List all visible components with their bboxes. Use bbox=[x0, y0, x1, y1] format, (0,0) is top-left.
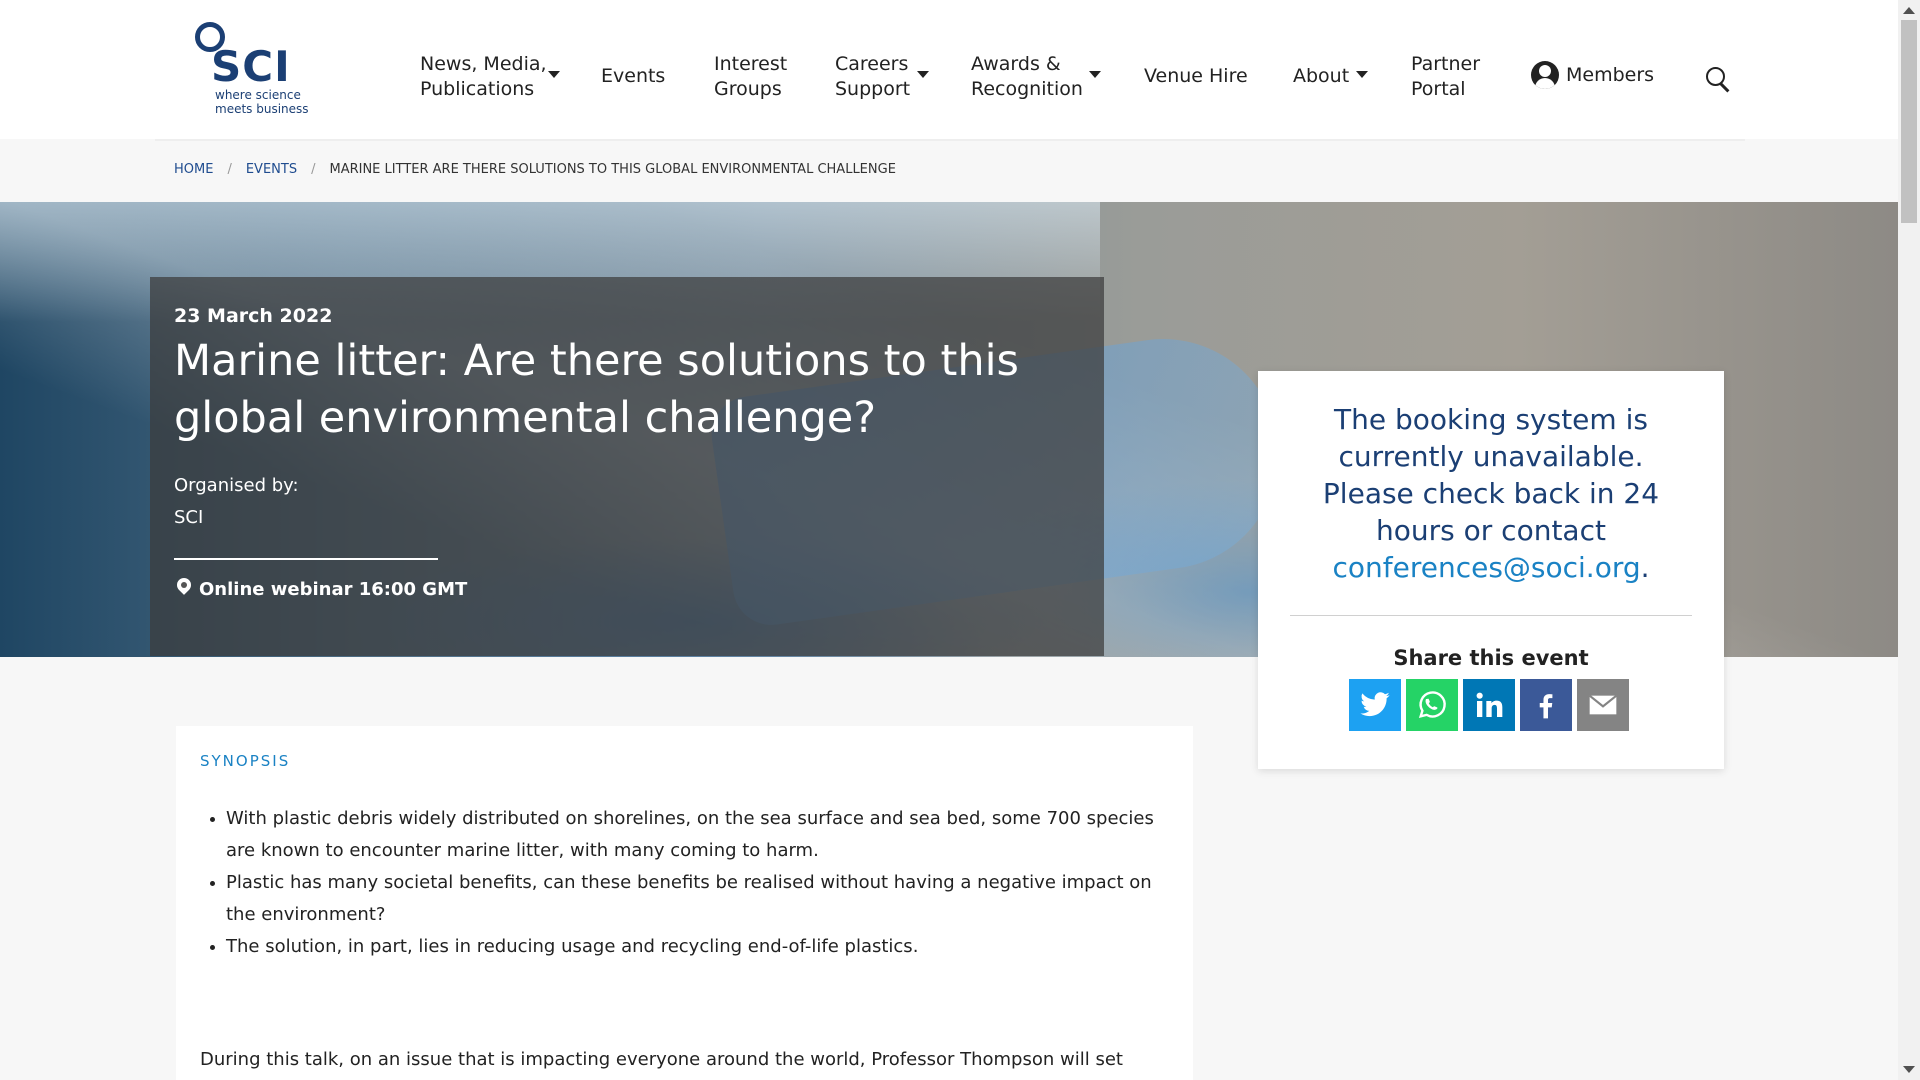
facebook-icon bbox=[1539, 694, 1553, 719]
synopsis-body: During this talk, on an issue that is im… bbox=[200, 1049, 1123, 1070]
chevron-down-icon bbox=[1356, 71, 1368, 78]
person-icon[interactable] bbox=[1531, 61, 1559, 89]
share-email-button[interactable] bbox=[1577, 679, 1629, 731]
synopsis-list: With plastic debris widely distributed o… bbox=[210, 803, 1176, 963]
search-icon[interactable] bbox=[1706, 67, 1730, 93]
sci-logo[interactable]: SCI where science meets business bbox=[193, 20, 313, 120]
event-location: Online webinar 16:00 GMT bbox=[199, 579, 468, 600]
organiser-name: SCI bbox=[174, 507, 204, 528]
envelope-icon bbox=[1589, 694, 1617, 715]
list-item: The solution, in part, lies in reducing … bbox=[210, 931, 1176, 963]
synopsis-label: SYNOPSIS bbox=[200, 752, 291, 770]
scroll-down-arrow-icon[interactable] bbox=[1903, 1066, 1915, 1073]
share-linkedin-button[interactable] bbox=[1463, 679, 1515, 731]
nav-awards-recognition[interactable]: Awards & Recognition bbox=[971, 52, 1091, 102]
chevron-down-icon bbox=[1089, 71, 1101, 78]
scroll-up-arrow-icon[interactable] bbox=[1903, 7, 1915, 14]
event-title: Marine litter: Are there solutions to th… bbox=[174, 336, 1019, 443]
chevron-down-icon bbox=[548, 71, 560, 78]
hero-divider bbox=[174, 558, 438, 560]
scrollbar-thumb[interactable] bbox=[1901, 20, 1917, 223]
nav-events[interactable]: Events bbox=[601, 64, 665, 89]
breadcrumb-current: MARINE LITTER ARE THERE SOLUTIONS TO THI… bbox=[329, 162, 896, 177]
booking-message-end: . bbox=[1640, 551, 1650, 584]
list-item: Plastic has many societal benefits, can … bbox=[210, 867, 1176, 931]
map-pin-icon bbox=[174, 575, 194, 598]
nav-partner-portal[interactable]: Partner Portal bbox=[1411, 52, 1501, 102]
booking-email-link[interactable]: conferences@soci.org bbox=[1332, 551, 1640, 584]
share-facebook-button[interactable] bbox=[1520, 679, 1572, 731]
nav-members[interactable]: Members bbox=[1566, 63, 1654, 88]
whatsapp-icon bbox=[1418, 691, 1446, 719]
list-item: With plastic debris widely distributed o… bbox=[210, 803, 1176, 867]
share-twitter-button[interactable] bbox=[1349, 679, 1401, 731]
breadcrumb-separator: / bbox=[227, 162, 232, 177]
breadcrumb-separator: / bbox=[311, 162, 316, 177]
logo-tagline: where science meets business bbox=[215, 88, 309, 116]
card-divider bbox=[1290, 615, 1692, 616]
share-whatsapp-button[interactable] bbox=[1406, 679, 1458, 731]
nav-news-media-publications[interactable]: News, Media, Publications bbox=[420, 52, 550, 102]
linkedin-icon bbox=[1476, 692, 1503, 717]
breadcrumb-home[interactable]: HOME bbox=[174, 162, 213, 177]
nav-interest-groups[interactable]: Interest Groups bbox=[714, 52, 804, 102]
chevron-down-icon bbox=[917, 71, 929, 78]
nav-about[interactable]: About bbox=[1293, 64, 1349, 89]
logo-text: SCI bbox=[211, 42, 291, 91]
booking-message: The booking system is currently unavaila… bbox=[1290, 401, 1692, 586]
breadcrumb: HOME / EVENTS / MARINE LITTER ARE THERE SOLU… bbox=[174, 162, 896, 178]
event-date: 23 March 2022 bbox=[174, 305, 333, 327]
header-divider bbox=[155, 139, 1745, 141]
nav-venue-hire[interactable]: Venue Hire bbox=[1144, 64, 1248, 89]
twitter-icon bbox=[1360, 692, 1390, 717]
booking-message-text: The booking system is currently unavaila… bbox=[1322, 403, 1660, 547]
share-title: Share this event bbox=[1393, 646, 1589, 670]
nav-careers-support[interactable]: Careers Support bbox=[835, 52, 925, 102]
organised-by-label: Organised by: bbox=[174, 475, 299, 496]
breadcrumb-events[interactable]: EVENTS bbox=[246, 162, 297, 177]
